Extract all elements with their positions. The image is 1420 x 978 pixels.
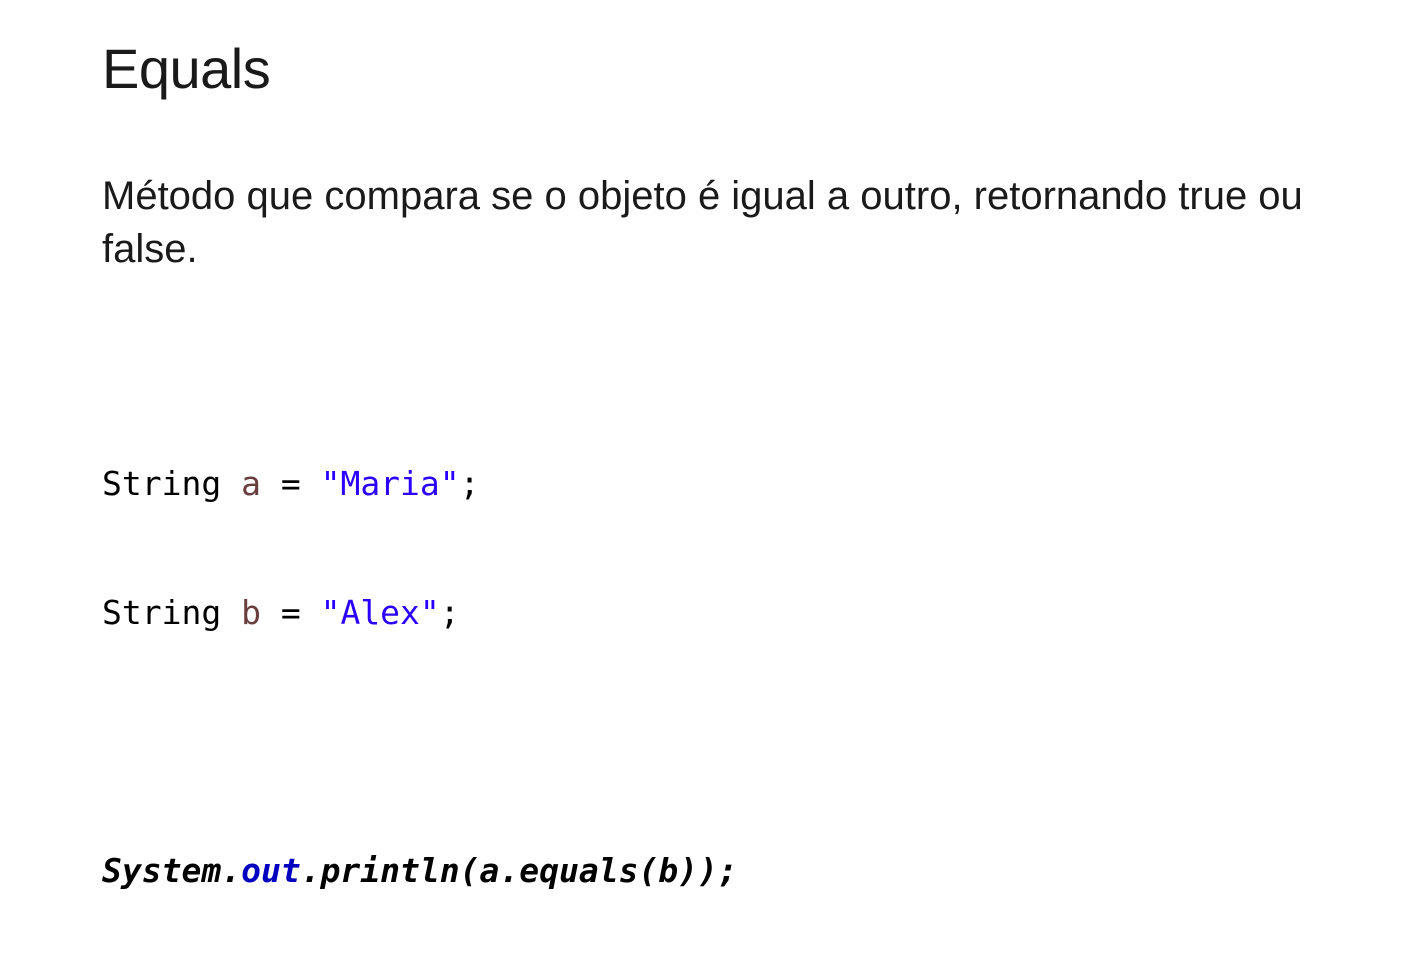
slide: Equals Método que compara se o objeto é … xyxy=(0,0,1420,890)
code-semicolon: ; xyxy=(459,464,480,503)
code-block: String a = "Maria"; String b = "Alex"; S… xyxy=(102,376,738,978)
slide-body-text: Método que compara se o objeto é igual a… xyxy=(102,174,1303,271)
code-line-2: String b = "Alex"; xyxy=(102,591,738,634)
code-type: String xyxy=(102,464,222,503)
code-class-name: System. xyxy=(102,851,242,890)
code-operator: = xyxy=(260,464,321,503)
code-line-3: System.out.println(a.equals(b)); xyxy=(102,849,738,892)
code-semicolon: ; xyxy=(439,593,460,632)
code-operator: = xyxy=(260,593,321,632)
code-method-call: .println(a.equals(b)); xyxy=(300,851,738,890)
code-variable: b xyxy=(241,593,261,632)
code-type: String xyxy=(102,593,222,632)
code-variable: a xyxy=(241,464,261,503)
code-static-field: out xyxy=(241,851,301,890)
slide-title: Equals xyxy=(102,37,271,100)
code-string-literal: "Maria" xyxy=(320,464,460,503)
code-line-1: String a = "Maria"; xyxy=(102,462,738,505)
code-string-literal: "Alex" xyxy=(320,593,440,632)
